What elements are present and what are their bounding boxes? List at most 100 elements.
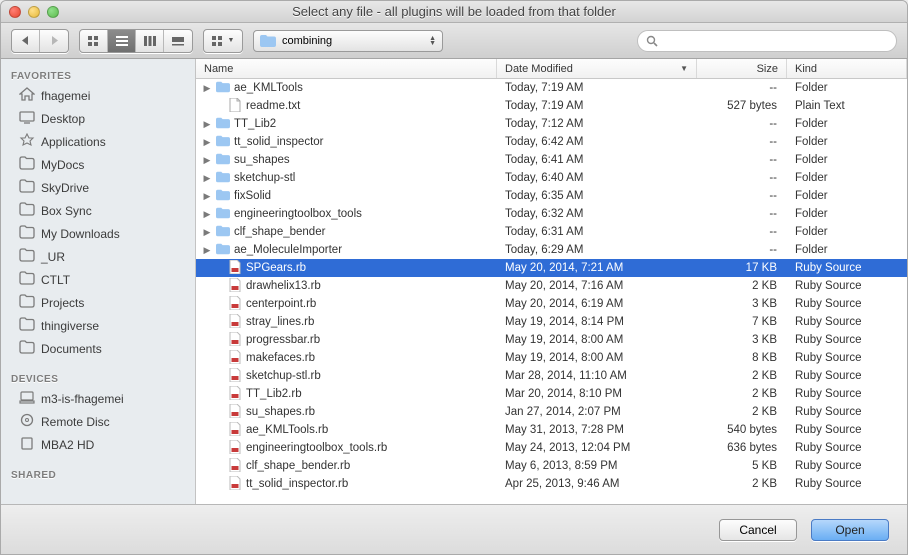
table-row[interactable]: ▶fixSolidToday, 6:35 AM--Folder <box>196 187 907 205</box>
cancel-button[interactable]: Cancel <box>719 519 797 541</box>
file-date: Today, 6:32 AM <box>497 208 697 220</box>
column-date-modified[interactable]: Date Modified▼ <box>497 59 697 78</box>
view-list-button[interactable] <box>108 30 136 52</box>
table-row[interactable]: engineeringtoolbox_tools.rbMay 24, 2013,… <box>196 439 907 457</box>
table-row[interactable]: ▶sketchup-stlToday, 6:40 AM--Folder <box>196 169 907 187</box>
sidebar-item--ur[interactable]: _UR <box>1 245 195 268</box>
close-icon[interactable] <box>9 6 21 18</box>
sidebar-item-label: MBA2 HD <box>41 438 94 452</box>
ruby-file-icon <box>228 476 242 493</box>
table-row[interactable]: tt_solid_inspector.rbApr 25, 2013, 9:46 … <box>196 475 907 493</box>
zoom-icon[interactable] <box>47 6 59 18</box>
view-columns-button[interactable] <box>136 30 164 52</box>
sidebar-item-remote-disc[interactable]: Remote Disc <box>1 410 195 433</box>
table-row[interactable]: su_shapes.rbJan 27, 2014, 2:07 PM2 KBRub… <box>196 403 907 421</box>
file-kind: Folder <box>787 226 907 238</box>
view-coverflow-button[interactable] <box>164 30 192 52</box>
table-row[interactable]: ae_KMLTools.rbMay 31, 2013, 7:28 PM540 b… <box>196 421 907 439</box>
dialog-body: FAVORITES fhagemeiDesktopApplicationsMyD… <box>1 59 907 504</box>
disclosure-triangle-icon[interactable]: ▶ <box>202 209 212 220</box>
column-kind[interactable]: Kind <box>787 59 907 78</box>
sidebar-item-desktop[interactable]: Desktop <box>1 107 195 130</box>
sidebar-item-documents[interactable]: Documents <box>1 337 195 360</box>
disclosure-triangle-icon[interactable]: ▶ <box>202 227 212 238</box>
table-row[interactable]: readme.txtToday, 7:19 AM527 bytesPlain T… <box>196 97 907 115</box>
disclosure-triangle-icon[interactable]: ▶ <box>202 155 212 166</box>
ruby-file-icon <box>228 278 242 295</box>
file-size: -- <box>697 244 787 256</box>
sidebar-item-label: SkyDrive <box>41 181 89 195</box>
table-row[interactable]: makefaces.rbMay 19, 2014, 8:00 AM8 KBRub… <box>196 349 907 367</box>
disclosure-triangle-icon[interactable]: ▶ <box>202 173 212 184</box>
disclosure-triangle-icon[interactable]: ▶ <box>202 191 212 202</box>
path-popup[interactable]: combining ▲▼ <box>253 30 443 52</box>
file-date: May 19, 2014, 8:00 AM <box>497 334 697 346</box>
back-button[interactable] <box>12 30 40 52</box>
disclosure-triangle-icon[interactable]: ▶ <box>202 119 212 130</box>
file-date: Today, 7:12 AM <box>497 118 697 130</box>
minimize-icon[interactable] <box>28 6 40 18</box>
sidebar-item-skydrive[interactable]: SkyDrive <box>1 176 195 199</box>
disclosure-triangle-icon[interactable]: ▶ <box>202 83 212 94</box>
table-row[interactable]: ▶tt_solid_inspectorToday, 6:42 AM--Folde… <box>196 133 907 151</box>
disclosure-triangle-icon[interactable]: ▶ <box>202 245 212 256</box>
sidebar-item-thingiverse[interactable]: thingiverse <box>1 314 195 337</box>
table-row[interactable]: ▶clf_shape_benderToday, 6:31 AM--Folder <box>196 223 907 241</box>
disc-icon <box>19 413 35 430</box>
folder-icon <box>216 224 230 241</box>
table-row[interactable]: progressbar.rbMay 19, 2014, 8:00 AM3 KBR… <box>196 331 907 349</box>
table-row[interactable]: ▶ae_MoleculeImporterToday, 6:29 AM--Fold… <box>196 241 907 259</box>
column-headers: Name Date Modified▼ Size Kind <box>196 59 907 79</box>
column-name[interactable]: Name <box>196 59 497 78</box>
table-row[interactable]: ▶engineeringtoolbox_toolsToday, 6:32 AM-… <box>196 205 907 223</box>
sidebar-item-fhagemei[interactable]: fhagemei <box>1 84 195 107</box>
table-row[interactable]: stray_lines.rbMay 19, 2014, 8:14 PM7 KBR… <box>196 313 907 331</box>
ruby-file-icon <box>228 386 242 403</box>
titlebar: Select any file - all plugins will be lo… <box>1 1 907 23</box>
table-row[interactable]: centerpoint.rbMay 20, 2014, 6:19 AM3 KBR… <box>196 295 907 313</box>
column-size[interactable]: Size <box>697 59 787 78</box>
sidebar-item-applications[interactable]: Applications <box>1 130 195 153</box>
sidebar-item-mba2-hd[interactable]: MBA2 HD <box>1 433 195 456</box>
file-kind: Ruby Source <box>787 406 907 418</box>
table-row[interactable]: clf_shape_bender.rbMay 6, 2013, 8:59 PM5… <box>196 457 907 475</box>
file-size: 2 KB <box>697 370 787 382</box>
table-row[interactable]: ▶su_shapesToday, 6:41 AM--Folder <box>196 151 907 169</box>
file-date: Today, 6:29 AM <box>497 244 697 256</box>
file-date: Today, 6:40 AM <box>497 172 697 184</box>
search-field[interactable] <box>637 30 897 52</box>
sidebar-item-m3-is-fhagemei[interactable]: m3-is-fhagemei <box>1 387 195 410</box>
table-row[interactable]: TT_Lib2.rbMar 20, 2014, 8:10 PM2 KBRuby … <box>196 385 907 403</box>
file-date: Mar 20, 2014, 8:10 PM <box>497 388 697 400</box>
folder-icon <box>19 294 35 311</box>
table-row[interactable]: ▶TT_Lib2Today, 7:12 AM--Folder <box>196 115 907 133</box>
open-button[interactable]: Open <box>811 519 889 541</box>
file-dialog-window: Select any file - all plugins will be lo… <box>0 0 908 555</box>
sidebar-item-my-downloads[interactable]: My Downloads <box>1 222 195 245</box>
file-rows[interactable]: ▶ae_KMLToolsToday, 7:19 AM--Folderreadme… <box>196 79 907 504</box>
search-input[interactable] <box>663 34 888 48</box>
view-icons-button[interactable] <box>80 30 108 52</box>
table-row[interactable]: drawhelix13.rbMay 20, 2014, 7:16 AM2 KBR… <box>196 277 907 295</box>
sidebar-item-ctlt[interactable]: CTLT <box>1 268 195 291</box>
ruby-file-icon <box>228 404 242 421</box>
disclosure-triangle-icon[interactable]: ▶ <box>202 137 212 148</box>
file-kind: Folder <box>787 118 907 130</box>
sidebar-heading-favorites: FAVORITES <box>1 65 195 84</box>
file-kind: Ruby Source <box>787 316 907 328</box>
forward-button[interactable] <box>40 30 68 52</box>
sidebar-item-label: m3-is-fhagemei <box>41 392 124 406</box>
table-row[interactable]: sketchup-stl.rbMar 28, 2014, 11:10 AM2 K… <box>196 367 907 385</box>
table-row[interactable]: SPGears.rbMay 20, 2014, 7:21 AM17 KBRuby… <box>196 259 907 277</box>
table-row[interactable]: ▶ae_KMLToolsToday, 7:19 AM--Folder <box>196 79 907 97</box>
file-date: May 19, 2014, 8:14 PM <box>497 316 697 328</box>
file-name: readme.txt <box>246 100 300 112</box>
arrange-button[interactable]: ▼ <box>204 30 242 52</box>
file-kind: Folder <box>787 244 907 256</box>
file-kind: Ruby Source <box>787 298 907 310</box>
file-size: -- <box>697 190 787 202</box>
sidebar-item-mydocs[interactable]: MyDocs <box>1 153 195 176</box>
sidebar-item-box-sync[interactable]: Box Sync <box>1 199 195 222</box>
sidebar-item-label: Projects <box>41 296 84 310</box>
sidebar-item-projects[interactable]: Projects <box>1 291 195 314</box>
